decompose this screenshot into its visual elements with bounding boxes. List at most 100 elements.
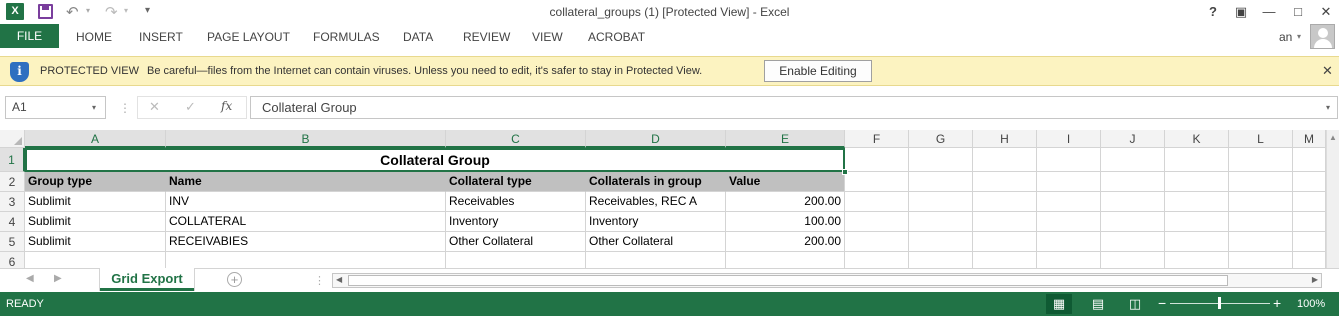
help-button[interactable]: ? xyxy=(1201,2,1225,22)
table-cell[interactable]: Receivables, REC A xyxy=(586,192,726,212)
empty-cell[interactable] xyxy=(845,148,909,172)
empty-cell[interactable] xyxy=(1101,252,1165,269)
header-cell-collaterals-in-group[interactable]: Collaterals in group xyxy=(586,172,726,192)
enable-editing-button[interactable]: Enable Editing xyxy=(764,60,872,82)
empty-cell[interactable] xyxy=(1229,192,1293,212)
row-header-6[interactable]: 6 xyxy=(0,252,25,269)
empty-cell[interactable] xyxy=(909,148,973,172)
row-header-4[interactable]: 4 xyxy=(0,212,25,232)
header-cell-value[interactable]: Value xyxy=(726,172,845,192)
name-box-dropdown-icon[interactable]: ▾ xyxy=(92,103,96,112)
empty-cell[interactable] xyxy=(1293,172,1326,192)
page-break-preview-icon[interactable]: ◫ xyxy=(1122,294,1148,314)
horizontal-scrollbar[interactable]: ◀ ▶ xyxy=(332,273,1322,288)
empty-cell[interactable] xyxy=(909,212,973,232)
empty-cell[interactable] xyxy=(973,252,1037,269)
tab-formulas[interactable]: FORMULAS xyxy=(313,30,380,44)
empty-cell[interactable] xyxy=(845,192,909,212)
empty-cell[interactable] xyxy=(845,232,909,252)
empty-cell[interactable] xyxy=(1229,212,1293,232)
tab-insert[interactable]: INSERT xyxy=(139,30,183,44)
empty-cell[interactable] xyxy=(1293,212,1326,232)
table-cell[interactable]: Receivables xyxy=(446,192,586,212)
row-header-5[interactable]: 5 xyxy=(0,232,25,252)
tab-review[interactable]: REVIEW xyxy=(463,30,510,44)
insert-function-button[interactable]: fx xyxy=(221,99,232,113)
empty-cell[interactable] xyxy=(1101,172,1165,192)
empty-cell[interactable] xyxy=(25,252,166,269)
empty-cell[interactable] xyxy=(1293,252,1326,269)
cancel-icon[interactable]: ✕ xyxy=(149,99,160,115)
tab-file[interactable]: FILE xyxy=(0,24,59,48)
column-header-k[interactable]: K xyxy=(1165,130,1229,148)
tab-page-layout[interactable]: PAGE LAYOUT xyxy=(207,30,290,44)
empty-cell[interactable] xyxy=(1037,252,1101,269)
page-layout-view-icon[interactable]: ▤ xyxy=(1085,294,1111,314)
empty-cell[interactable] xyxy=(845,212,909,232)
empty-cell[interactable] xyxy=(446,252,586,269)
empty-cell[interactable] xyxy=(1037,192,1101,212)
table-cell[interactable]: RECEIVABIES xyxy=(166,232,446,252)
column-header-f[interactable]: F xyxy=(845,130,909,148)
table-cell[interactable]: Other Collateral xyxy=(446,232,586,252)
column-header-a[interactable]: A xyxy=(25,130,166,148)
empty-cell[interactable] xyxy=(1101,212,1165,232)
empty-cell[interactable] xyxy=(166,252,446,269)
fill-handle[interactable] xyxy=(842,169,848,175)
add-sheet-icon[interactable]: + xyxy=(227,272,242,287)
formula-input[interactable]: Collateral Group xyxy=(250,96,1338,119)
table-cell[interactable]: 100.00 xyxy=(726,212,845,232)
formula-bar-resize-handle[interactable]: ⋮ xyxy=(119,101,131,115)
empty-cell[interactable] xyxy=(1165,212,1229,232)
close-icon[interactable]: ✕ xyxy=(1314,2,1338,22)
empty-cell[interactable] xyxy=(726,252,845,269)
empty-cell[interactable] xyxy=(1037,212,1101,232)
empty-cell[interactable] xyxy=(909,232,973,252)
table-cell[interactable]: Sublimit xyxy=(25,192,166,212)
sheet-next-icon[interactable]: ▶ xyxy=(54,273,62,284)
enter-check-icon[interactable]: ✓ xyxy=(185,99,196,115)
column-header-e[interactable]: E xyxy=(726,130,845,148)
table-cell[interactable]: Sublimit xyxy=(25,232,166,252)
name-box[interactable]: A1 xyxy=(5,96,106,119)
empty-cell[interactable] xyxy=(973,212,1037,232)
empty-cell[interactable] xyxy=(1293,192,1326,212)
header-cell-collateral-type[interactable]: Collateral type xyxy=(446,172,586,192)
empty-cell[interactable] xyxy=(1165,172,1229,192)
header-cell-group-type[interactable]: Group type xyxy=(25,172,166,192)
empty-cell[interactable] xyxy=(1101,232,1165,252)
header-cell-name[interactable]: Name xyxy=(166,172,446,192)
empty-cell[interactable] xyxy=(1165,148,1229,172)
close-message-bar-icon[interactable]: ✕ xyxy=(1322,63,1333,79)
tab-data[interactable]: DATA xyxy=(403,30,433,44)
vertical-scrollbar[interactable]: ▲ xyxy=(1326,130,1339,269)
empty-cell[interactable] xyxy=(973,148,1037,172)
column-header-c[interactable]: C xyxy=(446,130,586,148)
user-name[interactable]: an xyxy=(1279,30,1292,44)
table-cell[interactable]: INV xyxy=(166,192,446,212)
maximize-icon[interactable]: □ xyxy=(1286,2,1310,22)
normal-view-icon[interactable]: ▦ xyxy=(1046,294,1072,314)
column-header-d[interactable]: D xyxy=(586,130,726,148)
empty-cell[interactable] xyxy=(1037,172,1101,192)
column-header-l[interactable]: L xyxy=(1229,130,1293,148)
empty-cell[interactable] xyxy=(1229,232,1293,252)
empty-cell[interactable] xyxy=(909,192,973,212)
empty-cell[interactable] xyxy=(1037,148,1101,172)
empty-cell[interactable] xyxy=(1229,252,1293,269)
empty-cell[interactable] xyxy=(845,252,909,269)
row-header-3[interactable]: 3 xyxy=(0,192,25,212)
empty-cell[interactable] xyxy=(1293,232,1326,252)
column-header-j[interactable]: J xyxy=(1101,130,1165,148)
scroll-up-icon[interactable]: ▲ xyxy=(1329,133,1337,142)
table-cell[interactable]: Other Collateral xyxy=(586,232,726,252)
empty-cell[interactable] xyxy=(586,252,726,269)
row-header-1[interactable]: 1 xyxy=(0,148,25,172)
column-header-b[interactable]: B xyxy=(166,130,446,148)
row-header-2[interactable]: 2 xyxy=(0,172,25,192)
tab-split-handle[interactable]: ⋮ xyxy=(314,274,325,287)
table-cell[interactable]: Inventory xyxy=(586,212,726,232)
table-cell[interactable]: COLLATERAL xyxy=(166,212,446,232)
zoom-level[interactable]: 100% xyxy=(1297,298,1325,310)
column-header-m[interactable]: M xyxy=(1293,130,1326,148)
